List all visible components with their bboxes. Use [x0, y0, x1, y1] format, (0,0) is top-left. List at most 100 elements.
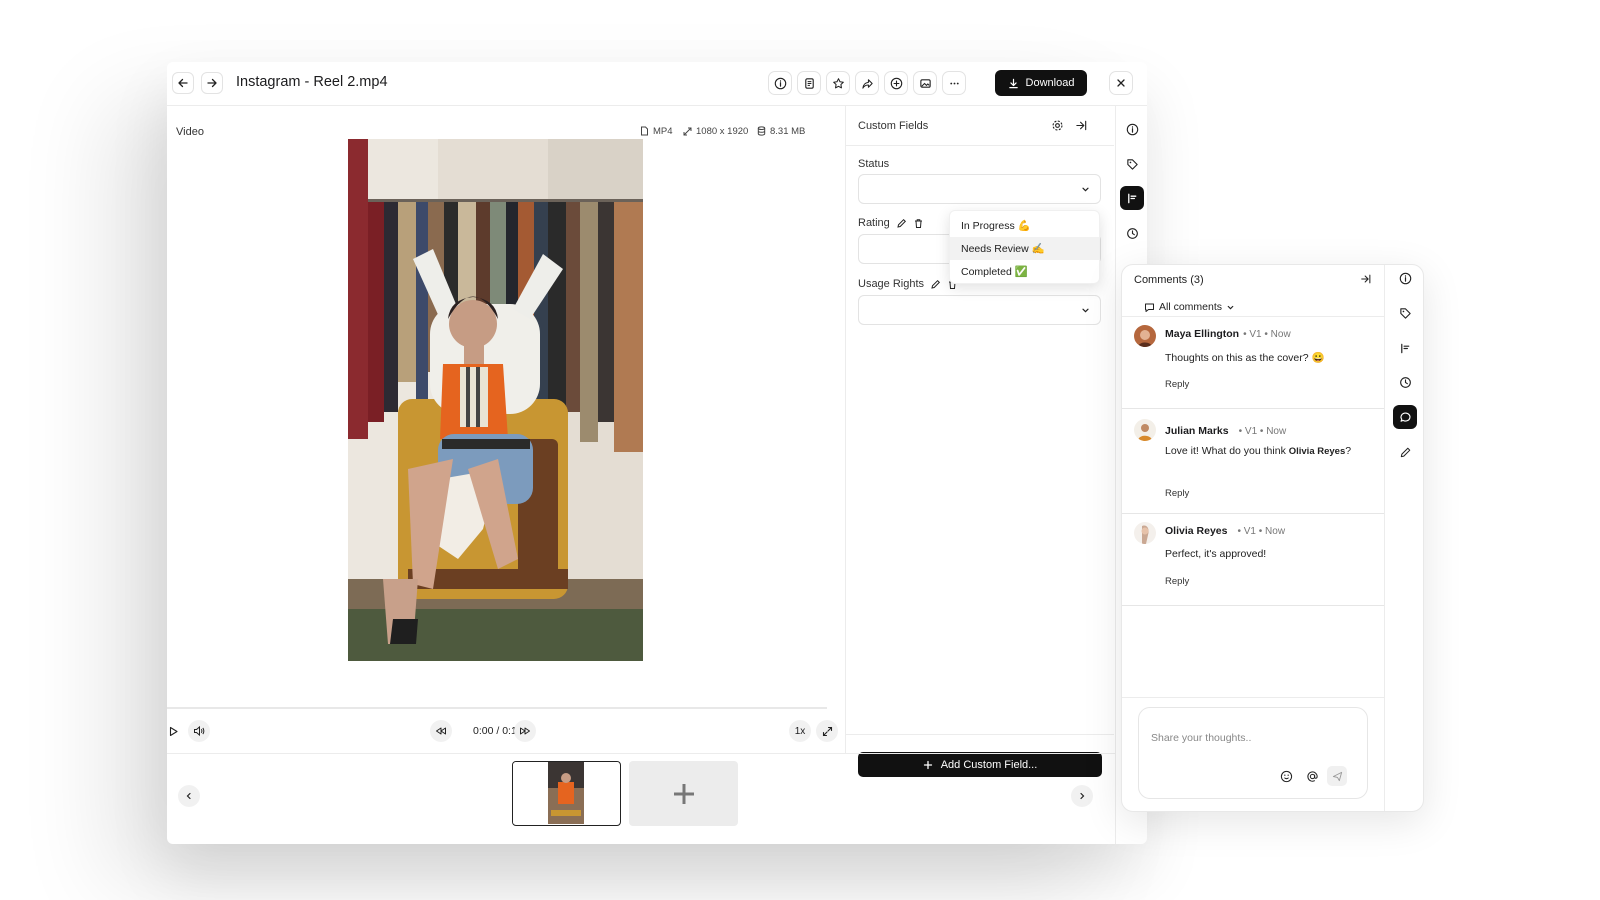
filesize-badge: 8.31 MB [757, 123, 805, 139]
volume-button[interactable] [188, 720, 210, 742]
mention-button[interactable] [1302, 766, 1322, 786]
video-player[interactable] [348, 139, 643, 661]
play-icon [169, 726, 178, 736]
pencil-icon [1400, 447, 1410, 457]
rail-tags-button[interactable] [1120, 152, 1144, 176]
comments-title: Comments (3) [1134, 274, 1204, 286]
collapse-comments-button[interactable] [1360, 273, 1372, 285]
plus-icon [673, 783, 694, 804]
filmstrip-prev-button[interactable] [178, 785, 200, 807]
status-label-text: Status [858, 158, 890, 170]
fullscreen-icon [822, 726, 832, 736]
rail-annotate-button[interactable] [1393, 440, 1417, 464]
compose-placeholder: Share your thoughts.. [1151, 732, 1252, 744]
mention[interactable]: Olivia Reyes [1289, 446, 1346, 457]
database-icon [757, 126, 766, 136]
comments-panel: Comments (3) All comments Maya Ellington… [1121, 264, 1424, 812]
trash-icon[interactable] [913, 218, 924, 229]
forward-button[interactable] [201, 72, 223, 94]
history-icon [1399, 376, 1411, 388]
collapse-panel-button[interactable] [1075, 119, 1088, 132]
play-button[interactable] [162, 720, 184, 742]
comment-text: Love it! What do you think Olivia Reyes? [1165, 445, 1351, 457]
gear-icon [1052, 120, 1063, 131]
option-completed[interactable]: Completed ✅ [950, 260, 1099, 283]
collapse-right-icon [1076, 120, 1087, 131]
option-label: Completed [961, 265, 1012, 278]
comment-author[interactable]: Maya Ellington [1165, 328, 1239, 340]
comment-item: Maya Ellington • V1 • Now Thoughts on th… [1122, 317, 1384, 409]
add-version-button[interactable] [629, 761, 738, 826]
rail-comments-button[interactable] [1393, 405, 1417, 429]
reply-button[interactable]: Reply [1165, 576, 1189, 587]
share-button[interactable] [855, 71, 879, 95]
reply-button[interactable]: Reply [1165, 379, 1189, 390]
collapse-right-icon [1361, 274, 1371, 284]
smiley-icon [1280, 770, 1292, 782]
fast-forward-button[interactable] [514, 720, 536, 742]
dimensions-text: 1080 x 1920 [696, 125, 749, 137]
rail-info-button[interactable] [1393, 266, 1417, 290]
history-icon [1126, 227, 1138, 239]
file-title: Instagram - Reel 2.mp4 [236, 74, 388, 90]
more-button[interactable] [942, 71, 966, 95]
version-filmstrip [167, 754, 1115, 844]
comments-filter-label: All comments [1159, 301, 1223, 313]
scrub-bar[interactable] [167, 707, 827, 709]
rail-info-button[interactable] [1120, 117, 1144, 141]
status-select[interactable] [858, 174, 1101, 204]
settings-button[interactable] [1051, 119, 1064, 132]
send-button[interactable] [1327, 766, 1347, 786]
fields-icon [1400, 343, 1409, 353]
comment-author[interactable]: Olivia Reyes [1165, 525, 1227, 537]
emoji-button[interactable] [1276, 766, 1296, 786]
option-in-progress[interactable]: In Progress 💪 [950, 214, 1099, 237]
fullscreen-button[interactable] [816, 720, 838, 742]
info-button[interactable] [768, 71, 792, 95]
comment-header: Julian Marks • V1 • Now [1165, 425, 1286, 437]
tag-icon [1126, 158, 1138, 170]
back-button[interactable] [172, 72, 194, 94]
version-thumbnail[interactable] [512, 761, 621, 826]
playback-speed-button[interactable]: 1x [789, 720, 811, 742]
chevron-down-icon [1082, 187, 1089, 192]
option-emoji: 💪 [1017, 220, 1031, 232]
expand-icon [683, 127, 692, 135]
comment-author[interactable]: Julian Marks [1165, 425, 1229, 437]
comment-item: Olivia Reyes • V1 • Now Perfect, it's ap… [1122, 514, 1384, 606]
option-label: Needs Review [961, 242, 1029, 255]
close-icon [1117, 79, 1125, 87]
reply-button[interactable]: Reply [1165, 488, 1189, 499]
rail-fields-button[interactable] [1393, 336, 1417, 360]
plus-circle-icon [890, 77, 902, 89]
rail-history-button[interactable] [1120, 221, 1144, 245]
comments-filter-dropdown[interactable]: All comments [1144, 301, 1235, 313]
comments-header: Comments (3) All comments [1122, 265, 1384, 317]
download-icon [1008, 78, 1018, 88]
pencil-icon[interactable] [896, 218, 907, 229]
details-button[interactable] [797, 71, 821, 95]
rail-history-button[interactable] [1393, 370, 1417, 394]
rating-label: Rating [858, 217, 924, 229]
download-button[interactable]: Download [995, 70, 1087, 96]
format-badge: MP4 [640, 123, 673, 139]
usage-rights-label-text: Usage Rights [858, 278, 925, 290]
rail-fields-button[interactable] [1120, 186, 1144, 210]
favorite-button[interactable] [826, 71, 850, 95]
filmstrip-next-button[interactable] [1071, 785, 1093, 807]
close-button[interactable] [1109, 71, 1133, 95]
file-icon [641, 126, 648, 136]
comment-header: Olivia Reyes • V1 • Now [1165, 525, 1285, 537]
rail-tags-button[interactable] [1393, 301, 1417, 325]
pencil-icon[interactable] [930, 279, 941, 290]
usage-rights-select[interactable] [858, 295, 1101, 325]
set-thumbnail-button[interactable] [913, 71, 937, 95]
option-needs-review[interactable]: Needs Review ✍️ [950, 237, 1099, 260]
status-label: Status [858, 158, 889, 170]
comment-composer[interactable]: Share your thoughts.. [1138, 707, 1368, 799]
format-text: MP4 [653, 125, 673, 137]
asset-viewer-window: Instagram - Reel 2.mp4 Download Video MP… [167, 62, 1147, 844]
add-button[interactable] [884, 71, 908, 95]
rewind-button[interactable] [430, 720, 452, 742]
option-emoji: ✍️ [1031, 243, 1045, 255]
